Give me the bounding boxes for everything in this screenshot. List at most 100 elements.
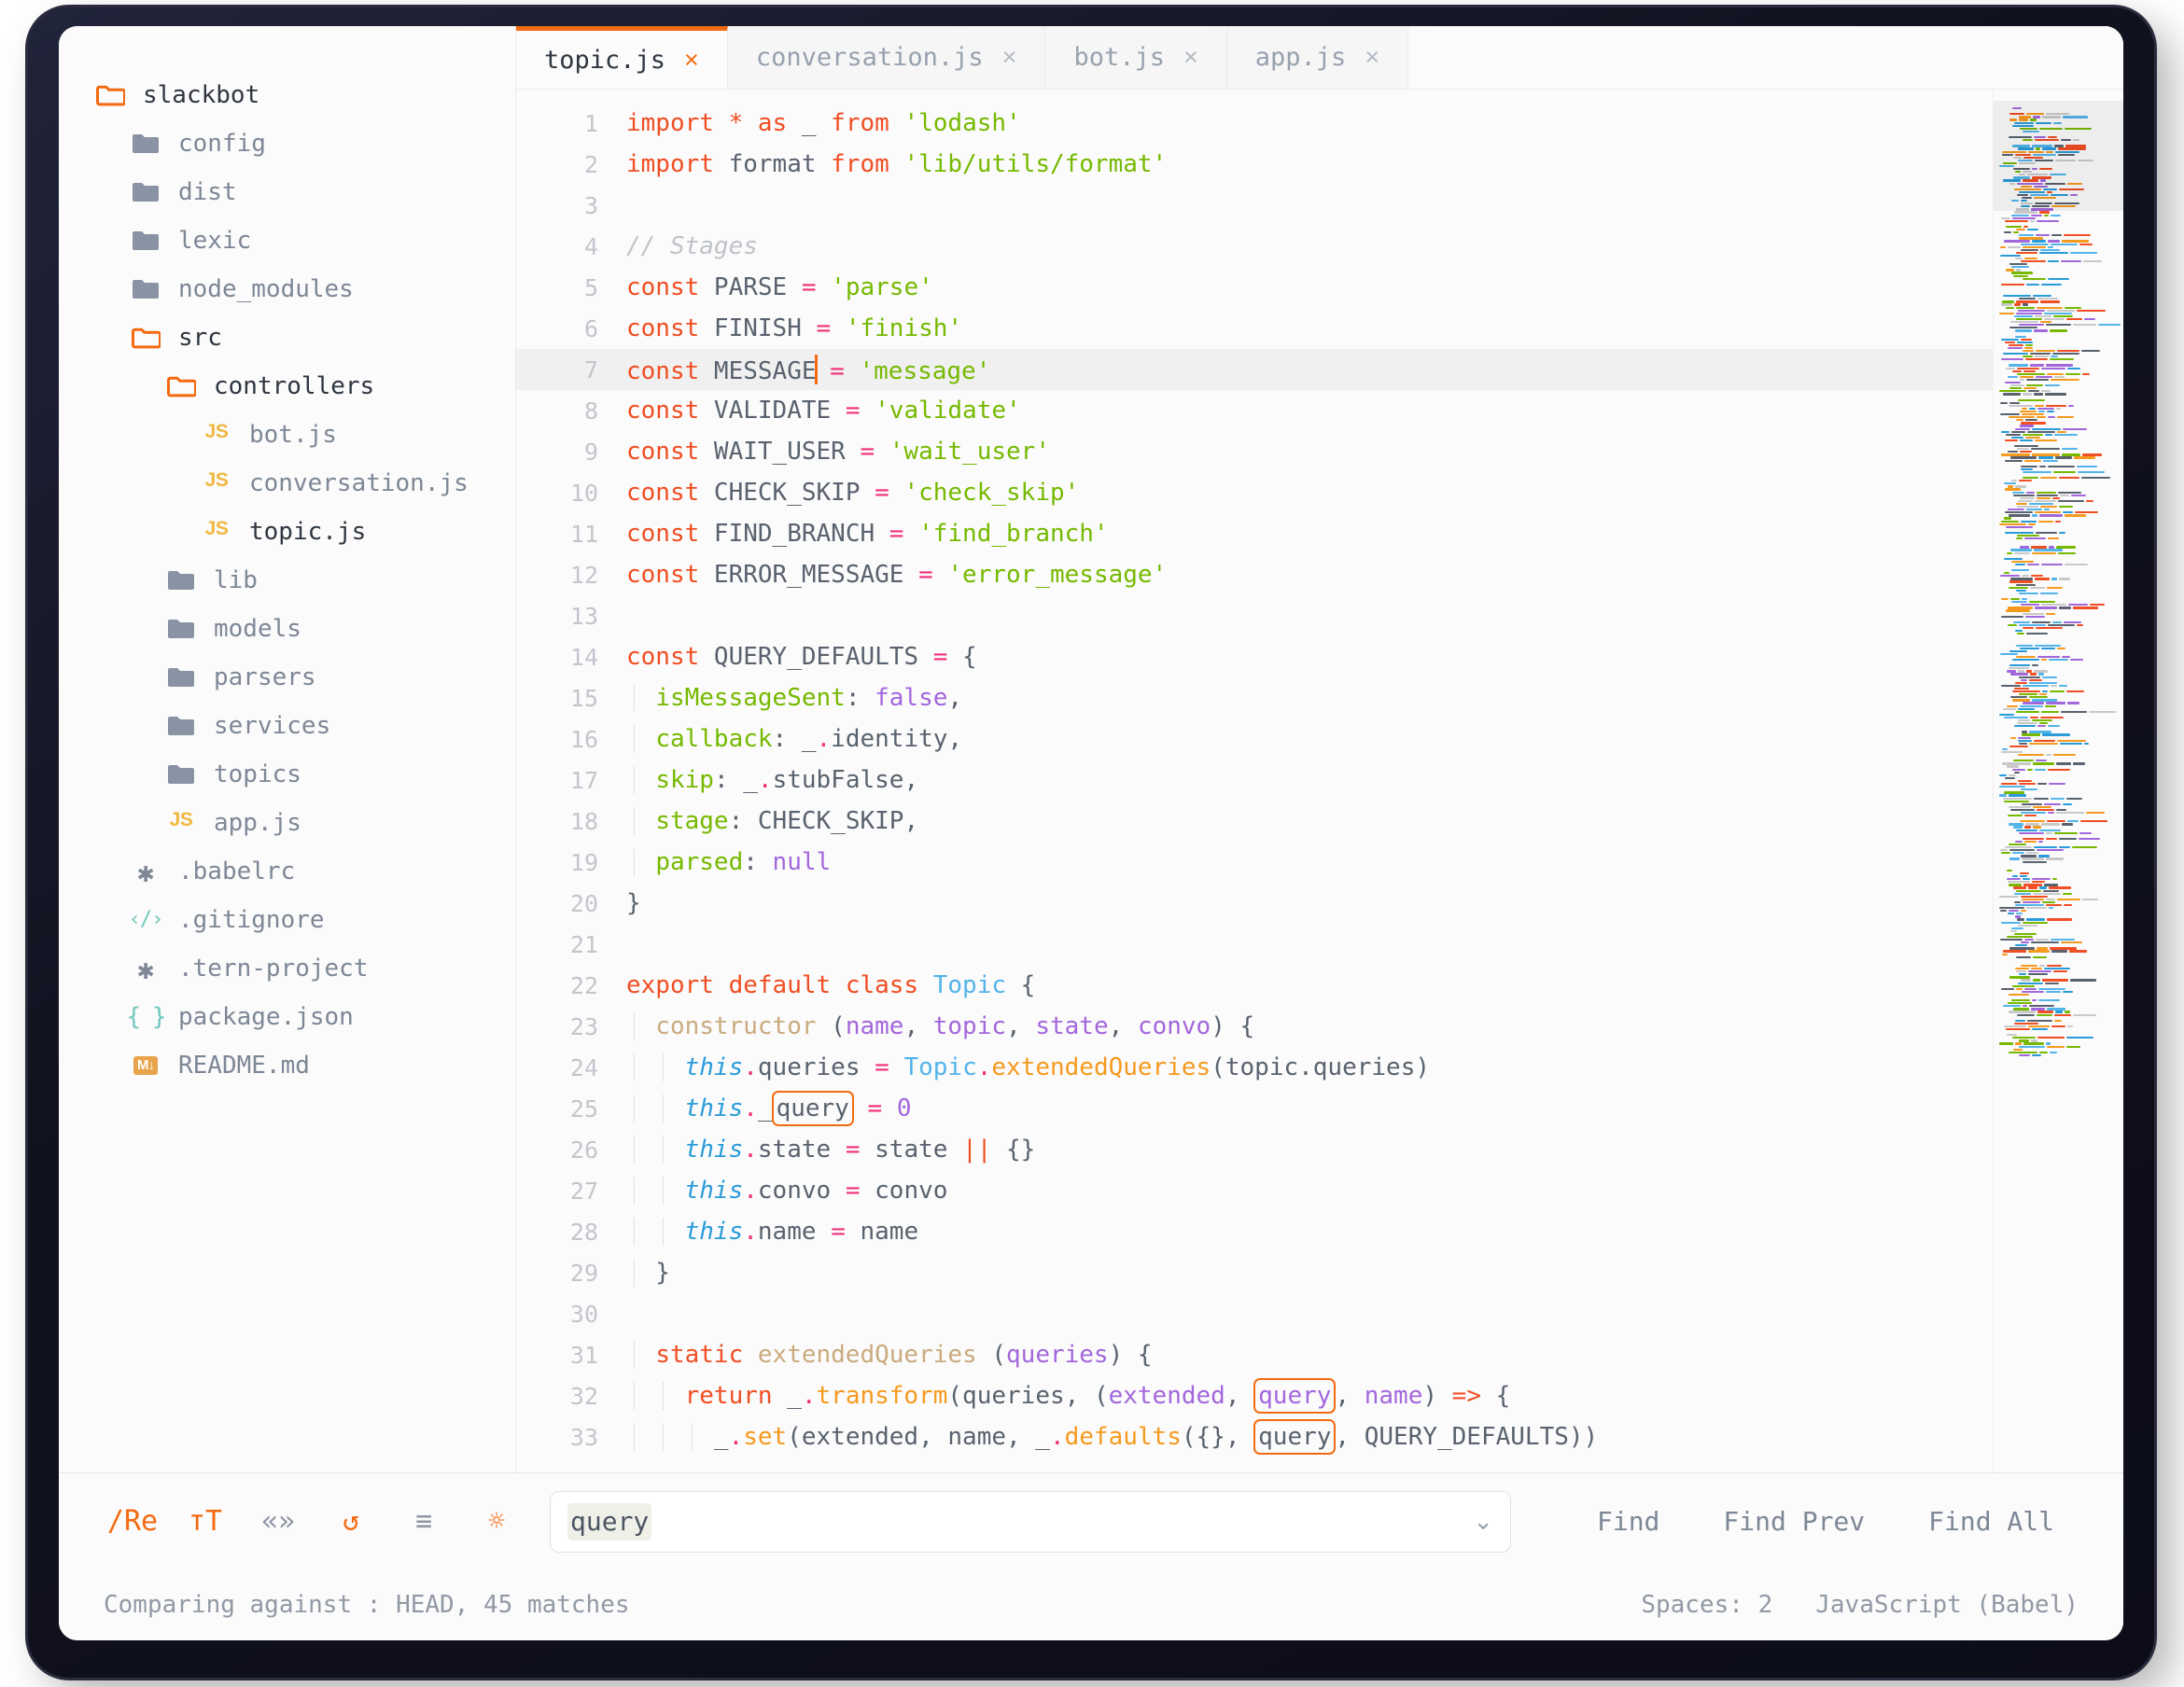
find-buttons[interactable]: Find Find Prev Find All <box>1565 1506 2086 1537</box>
minimap-token <box>2026 1019 2053 1022</box>
code-line[interactable]: 7 const MESSAGE = 'message' <box>516 349 1993 390</box>
close-icon[interactable]: × <box>684 46 699 75</box>
code-line[interactable]: 30 <box>516 1293 1993 1334</box>
code-line[interactable]: 15 isMessageSent: false, <box>516 677 1993 718</box>
tree-item-conversation-js[interactable]: JS conversation.js <box>59 459 515 508</box>
tab-bar[interactable]: topic.js × conversation.js × bot.js × app.js × <box>516 26 2123 90</box>
tree-item-models[interactable]: models <box>59 605 515 653</box>
tab-bot-js[interactable]: bot.js × <box>1045 26 1227 89</box>
code-token: name <box>845 1218 919 1246</box>
code-line[interactable]: 27 this.convo = convo <box>516 1170 1993 1211</box>
code-line[interactable]: 24 this.queries = Topic.extendedQueries(… <box>516 1047 1993 1088</box>
code-line[interactable]: 22 export default class Topic { <box>516 965 1993 1006</box>
tree-item-src[interactable]: src <box>59 314 515 362</box>
tree-item-services[interactable]: services <box>59 702 515 750</box>
tree-item-dist[interactable]: dist <box>59 168 515 216</box>
code-token: isMessageSent <box>655 684 846 712</box>
code-line[interactable]: 20} <box>516 883 1993 924</box>
code-line[interactable]: 25 this._ query = 0 <box>516 1088 1993 1129</box>
code-line[interactable]: 23 constructor (name, topic, state, conv… <box>516 1006 1993 1047</box>
code-line[interactable]: 1 import * as _ from 'lodash' <box>516 103 1993 144</box>
code-line[interactable]: 33 _.set(extended, name, _.defaults({}, … <box>516 1416 1993 1457</box>
minimap-token <box>2017 736 2031 739</box>
code-line[interactable]: 9 const WAIT_USER = 'wait_user' <box>516 431 1993 472</box>
tree-item-label: conversation.js <box>249 469 469 497</box>
code-token: . <box>757 766 773 794</box>
tree-item-readme-md[interactable]: M↓ README.md <box>59 1041 515 1090</box>
minimap[interactable] <box>1993 90 2123 1472</box>
tree-item-tern-project[interactable]: ✱ .tern-project <box>59 944 515 993</box>
tree-item-controllers[interactable]: controllers <box>59 362 515 411</box>
code-line[interactable]: 5 const PARSE = 'parse' <box>516 267 1993 308</box>
code-line[interactable]: 2 import format from 'lib/utils/format' <box>516 144 1993 185</box>
tree-item-topics[interactable]: topics <box>59 750 515 799</box>
code-line[interactable]: 13 <box>516 595 1993 636</box>
minimap-viewport[interactable] <box>1994 101 2123 211</box>
code-line[interactable]: 17 skip: _.stubFalse, <box>516 760 1993 801</box>
tree-item-config[interactable]: config <box>59 119 515 168</box>
status-indentation[interactable]: Spaces: 2 <box>1641 1591 1772 1619</box>
highlight-toggle-icon[interactable]: ☼ <box>460 1494 533 1550</box>
tree-item-node-modules[interactable]: node_modules <box>59 265 515 314</box>
tab-topic-js[interactable]: topic.js × <box>516 26 728 89</box>
tree-item-topic-js[interactable]: JS topic.js <box>59 508 515 556</box>
find-options[interactable]: /Re тT «» ↺ ≡ ☼ <box>96 1494 533 1550</box>
search-input-wrapper[interactable]: query ⌄ <box>550 1490 1511 1553</box>
tree-item-babelrc[interactable]: ✱ .babelrc <box>59 847 515 896</box>
tree-item-label: dist <box>178 178 237 206</box>
find-bar[interactable]: /Re тT «» ↺ ≡ ☼ query ⌄ Find Find Prev Find All <box>59 1472 2123 1569</box>
code-line[interactable]: 8 const VALIDATE = 'validate' <box>516 390 1993 431</box>
regex-toggle-icon[interactable]: /Re <box>96 1494 169 1550</box>
file-tree-sidebar[interactable]: slackbot config dist lexic node_modules src co… <box>59 26 516 1472</box>
tree-item-parsers[interactable]: parsers <box>59 653 515 702</box>
tree-item-slackbot[interactable]: slackbot <box>59 71 515 119</box>
minimap-token <box>2011 927 2023 929</box>
tree-item-package-json[interactable]: { } package.json <box>59 993 515 1041</box>
tree-item-gitignore[interactable]: ‹/› .gitignore <box>59 896 515 944</box>
code-line[interactable]: 31 static extendedQueries (queries) { <box>516 1334 1993 1375</box>
status-language[interactable]: JavaScript (Babel) <box>1815 1591 2079 1619</box>
minimap-token <box>2003 353 2028 356</box>
wrap-toggle-icon[interactable]: ↺ <box>315 1494 387 1550</box>
minimap-token <box>2018 309 2045 312</box>
in-selection-toggle-icon[interactable]: ≡ <box>387 1494 460 1550</box>
code-line[interactable]: 18 stage: CHECK_SKIP, <box>516 801 1993 842</box>
code-line[interactable]: 32 return _.transform(queries, (extended… <box>516 1375 1993 1416</box>
code-line[interactable]: 11 const FIND_BRANCH = 'find_branch' <box>516 513 1993 554</box>
whole-word-toggle-icon[interactable]: «» <box>242 1494 315 1550</box>
code-line[interactable]: 21 <box>516 924 1993 965</box>
code-token: = <box>918 561 933 589</box>
code-line[interactable]: 3 <box>516 185 1993 226</box>
minimap-token <box>2006 525 2034 528</box>
code-editor[interactable]: 1 import * as _ from 'lodash' 2 import form… <box>516 90 1993 1472</box>
code-line[interactable]: 12 const ERROR_MESSAGE = 'error_message' <box>516 554 1993 595</box>
code-line[interactable]: 14 const QUERY_DEFAULTS = { <box>516 636 1993 677</box>
minimap-token <box>2003 707 2017 710</box>
code-line[interactable]: 6 const FINISH = 'finish' <box>516 308 1993 349</box>
find-prev-button[interactable]: Find Prev <box>1691 1506 1897 1537</box>
minimap-token <box>2023 349 2035 353</box>
close-icon[interactable]: × <box>1365 43 1379 72</box>
code-line[interactable]: 16 callback: _.identity, <box>516 718 1993 760</box>
code-line[interactable]: 28 this.name = name <box>516 1211 1993 1252</box>
minimap-token <box>2019 234 2035 237</box>
tree-item-lib[interactable]: lib <box>59 556 515 605</box>
case-sensitive-toggle-icon[interactable]: тT <box>169 1494 242 1550</box>
search-input[interactable]: query <box>567 1502 652 1541</box>
close-icon[interactable]: × <box>1002 43 1017 72</box>
tree-item-lexic[interactable]: lexic <box>59 216 515 265</box>
code-line[interactable]: 10 const CHECK_SKIP = 'check_skip' <box>516 472 1993 513</box>
code-line[interactable]: 4 // Stages <box>516 226 1993 267</box>
code-line[interactable]: 19 parsed: null <box>516 842 1993 883</box>
code-line[interactable]: 29 } <box>516 1252 1993 1293</box>
tab-app-js[interactable]: app.js × <box>1226 26 1409 89</box>
find-all-button[interactable]: Find All <box>1897 1506 2086 1537</box>
find-button[interactable]: Find <box>1565 1506 1691 1537</box>
tree-item-app-js[interactable]: JS app.js <box>59 799 515 847</box>
chevron-down-icon[interactable]: ⌄ <box>1473 1507 1493 1536</box>
tree-item-bot-js[interactable]: JS bot.js <box>59 411 515 459</box>
close-icon[interactable]: × <box>1183 43 1198 72</box>
tab-conversation-js[interactable]: conversation.js × <box>727 26 1046 89</box>
code-line[interactable]: 26 this.state = state || {} <box>516 1129 1993 1170</box>
